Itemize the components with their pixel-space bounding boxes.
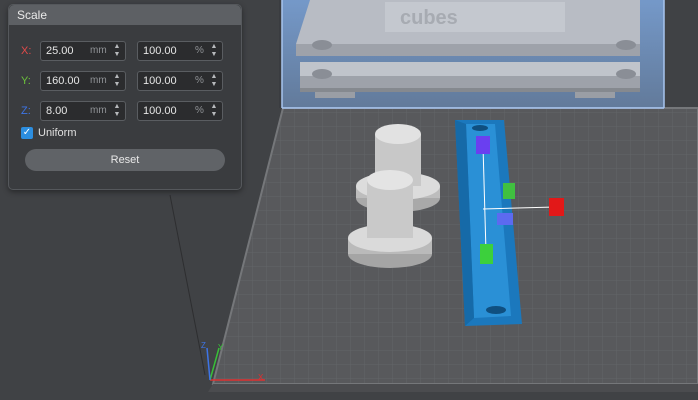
chevron-up-icon[interactable]: ▲ [209,103,219,111]
gizmo-plane-handle-green [503,183,515,199]
chevron-down-icon[interactable]: ▼ [209,81,219,89]
x-percent-spinner[interactable]: ▲ ▼ [209,43,219,59]
x-size-value[interactable]: 25.00 [46,45,74,57]
x-size-unit: mm [90,45,107,56]
chevron-up-icon[interactable]: ▲ [209,73,219,81]
scale-panel: Scale X: 25.00 mm ▲ ▼ 100.00 % ▲ ▼ Y: 160.… [8,4,242,190]
x-percent-value[interactable]: 100.00 [143,45,177,57]
chevron-up-icon[interactable]: ▲ [112,43,122,51]
uniform-toggle[interactable]: ✓ Uniform [21,127,77,139]
y-size-unit: mm [90,75,107,86]
z-size-field[interactable]: 8.00 mm ▲ ▼ [40,101,126,121]
chevron-up-icon[interactable]: ▲ [112,73,122,81]
gizmo-z-handle [476,136,490,154]
z-percent-value[interactable]: 100.00 [143,105,177,117]
checkmark-icon[interactable]: ✓ [21,127,33,139]
gizmo-x-handle [549,198,564,216]
z-percent-field[interactable]: 100.00 % ▲ ▼ [137,101,223,121]
axis-y-label: Y: [21,75,31,87]
y-percent-unit: % [195,75,204,86]
gizmo-y-handle [480,244,493,264]
gray-plate-model[interactable]: cubes [296,0,640,98]
z-size-unit: mm [90,105,107,116]
axis-label-y: Y [218,343,224,352]
panel-title: Scale [9,5,241,25]
reset-button[interactable]: Reset [25,149,225,171]
gizmo-plane-handle-blue [497,213,513,225]
y-size-spinner[interactable]: ▲ ▼ [112,73,122,89]
svg-text:cubes: cubes [400,7,458,29]
x-size-field[interactable]: 25.00 mm ▲ ▼ [40,41,126,61]
scale-row-y: Y: 160.00 mm ▲ ▼ 100.00 % ▲ ▼ [9,71,241,93]
chevron-down-icon[interactable]: ▼ [112,81,122,89]
z-percent-unit: % [195,105,204,116]
chevron-up-icon[interactable]: ▲ [112,103,122,111]
chevron-down-icon[interactable]: ▼ [112,51,122,59]
x-size-spinner[interactable]: ▲ ▼ [112,43,122,59]
axis-label-x: X [258,373,264,382]
y-percent-field[interactable]: 100.00 % ▲ ▼ [137,71,223,91]
uniform-label: Uniform [38,127,77,139]
scale-row-x: X: 25.00 mm ▲ ▼ 100.00 % ▲ ▼ [9,41,241,63]
x-percent-unit: % [195,45,204,56]
z-size-value[interactable]: 8.00 [46,105,67,117]
z-size-spinner[interactable]: ▲ ▼ [112,103,122,119]
chevron-down-icon[interactable]: ▼ [209,51,219,59]
x-percent-field[interactable]: 100.00 % ▲ ▼ [137,41,223,61]
chevron-down-icon[interactable]: ▼ [209,111,219,119]
print-bed [208,107,698,392]
chevron-down-icon[interactable]: ▼ [112,111,122,119]
axis-x-label: X: [21,45,32,57]
z-percent-spinner[interactable]: ▲ ▼ [209,103,219,119]
y-size-value[interactable]: 160.00 [46,75,80,87]
y-size-field[interactable]: 160.00 mm ▲ ▼ [40,71,126,91]
scale-row-z: Z: 8.00 mm ▲ ▼ 100.00 % ▲ ▼ [9,101,241,123]
axis-z-label: Z: [21,105,31,117]
chevron-up-icon[interactable]: ▲ [209,43,219,51]
y-percent-spinner[interactable]: ▲ ▼ [209,73,219,89]
axis-label-z: Z [201,341,206,350]
y-percent-value[interactable]: 100.00 [143,75,177,87]
